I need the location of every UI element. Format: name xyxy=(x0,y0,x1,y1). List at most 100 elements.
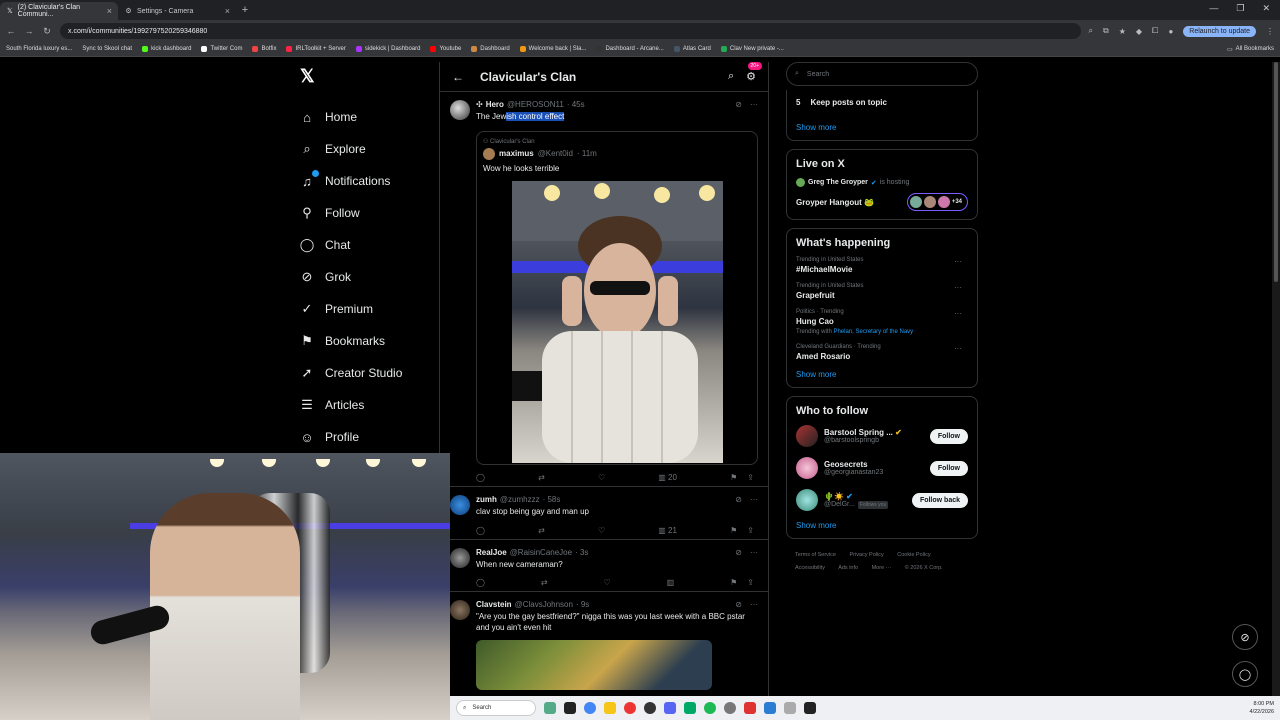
repost-icon[interactable]: ⇄ xyxy=(538,473,545,482)
post[interactable]: RealJoe @RaisinCaneJoe · 3s ⊘ ··· When ne… xyxy=(440,540,768,593)
live-host[interactable]: Greg The Groyper ✔ is hosting xyxy=(796,178,968,187)
like-icon[interactable]: ♡ xyxy=(604,578,611,587)
more-icon[interactable]: ··· xyxy=(750,495,758,504)
grok-icon[interactable]: ⊘ xyxy=(735,548,742,557)
post[interactable]: zumh @zumhzzz · 58s ⊘ ··· clav stop being… xyxy=(440,487,768,540)
forward-icon[interactable]: → xyxy=(24,26,34,36)
avatar[interactable] xyxy=(796,457,818,479)
bookmark-item[interactable]: Clav New private -... xyxy=(720,46,784,52)
post[interactable]: Clavstein @ClavsJohnson · 9s ⊘ ··· "Are y… xyxy=(440,592,768,694)
quote-video[interactable] xyxy=(511,180,723,463)
share-icon[interactable]: ⇪ xyxy=(747,578,754,587)
avatar[interactable] xyxy=(450,547,470,568)
app-icon[interactable] xyxy=(804,702,816,714)
views-count[interactable]: ▥ 20 xyxy=(658,473,677,482)
more-icon[interactable]: ··· xyxy=(954,283,962,292)
new-tab-button[interactable]: + xyxy=(236,2,254,20)
minimize-icon[interactable]: — xyxy=(1209,3,1218,14)
nav-grok[interactable]: ⊘ Grok xyxy=(296,261,438,293)
nav-profile[interactable]: ☺ Profile xyxy=(296,421,438,453)
word-icon[interactable] xyxy=(764,702,776,714)
chrome-active-icon[interactable] xyxy=(744,702,756,714)
more-icon[interactable]: ··· xyxy=(750,100,758,109)
bookmark-item[interactable]: kick dashboard xyxy=(142,46,191,52)
post-time[interactable]: · 45s xyxy=(567,100,585,109)
follow-suggestion[interactable]: Geosecrets @georgianastan23 Follow xyxy=(796,457,968,479)
bookmark-item[interactable]: Youtube xyxy=(430,46,461,52)
repost-icon[interactable]: ⇄ xyxy=(538,526,545,535)
zoom-icon[interactable]: ⌕ xyxy=(1089,26,1093,36)
avatar[interactable] xyxy=(796,489,818,511)
bookmark-item[interactable]: Atlas Card xyxy=(673,46,711,52)
close-window-icon[interactable]: ✕ xyxy=(1262,3,1270,14)
live-space[interactable]: Groyper Hangout 🐸 +34 xyxy=(796,193,968,211)
star-icon[interactable]: ★ xyxy=(1119,27,1126,36)
trend-item[interactable]: Trending in United States #MichaelMovie … xyxy=(796,257,968,274)
bookmark-icon[interactable]: ⚑ xyxy=(730,473,737,482)
trend-item[interactable]: Cleveland Guardians · Trending Amed Rosa… xyxy=(796,344,968,361)
browser-tab-settings[interactable]: ⚙ Settings - Camera × xyxy=(118,2,236,20)
nav-articles[interactable]: ☰ Articles xyxy=(296,389,438,421)
nav-notifications[interactable]: ♫ Notifications xyxy=(296,165,438,197)
more-icon[interactable]: ··· xyxy=(750,600,758,609)
views-count[interactable]: ▥ 21 xyxy=(658,526,677,535)
author-handle[interactable]: @RaisinCaneJoe xyxy=(510,548,572,557)
bookmark-item[interactable]: Welcome back | Sla... xyxy=(519,46,586,52)
bookmark-icon[interactable]: ⚑ xyxy=(730,578,737,587)
nav-home[interactable]: ⌂ Home xyxy=(296,101,438,133)
avatar[interactable] xyxy=(450,600,470,621)
reload-icon[interactable]: ↻ xyxy=(42,26,52,37)
more-icon[interactable]: ··· xyxy=(954,257,962,266)
footer-link[interactable]: More ··· xyxy=(872,565,892,571)
bookmark-icon[interactable]: ⚑ xyxy=(730,526,737,535)
chrome-icon[interactable] xyxy=(584,702,596,714)
share-icon[interactable]: ⇪ xyxy=(747,473,754,482)
widgets-icon[interactable] xyxy=(544,702,556,714)
menu-icon[interactable]: ⋮ xyxy=(1266,27,1274,36)
show-more-link[interactable]: Show more xyxy=(796,123,968,132)
taskbar-search[interactable]: ⌕ Search xyxy=(456,700,536,716)
page-scrollbar[interactable] xyxy=(1272,62,1280,696)
like-icon[interactable]: ♡ xyxy=(598,526,605,535)
post[interactable]: ✣ Hero @HEROSON11 · 45s ⊘ ··· The Jewish … xyxy=(440,92,768,487)
quoted-post[interactable]: ⚇ Clavicular's Clan maximus @Kent0id · 1… xyxy=(476,130,758,465)
grok-icon[interactable]: ⊘ xyxy=(735,495,742,504)
bookmark-item[interactable]: IRLToolkit + Server xyxy=(286,46,346,52)
nav-chat[interactable]: ◯ Chat xyxy=(296,229,438,261)
follow-suggestion[interactable]: 🌵☀️ ✔ @DelGr... Follows you Follow back xyxy=(796,489,968,511)
search-icon[interactable]: ⌕ xyxy=(728,70,734,83)
nav-premium[interactable]: ✓ Premium xyxy=(296,293,438,325)
reply-icon[interactable]: ◯ xyxy=(476,578,485,587)
grok-icon[interactable]: ⊘ xyxy=(735,600,742,609)
obs-icon[interactable] xyxy=(644,702,656,714)
maximize-icon[interactable]: ❐ xyxy=(1236,3,1244,14)
browser-tab-x[interactable]: 𝕏 (2) Clavicular's Clan Communi... × xyxy=(0,2,118,20)
rule-item[interactable]: 5 Keep posts on topic xyxy=(796,98,968,107)
app-icon[interactable] xyxy=(784,702,796,714)
trend-with-link[interactable]: Phelan, Secretary of the Navy xyxy=(833,329,913,335)
author-name[interactable]: Hero xyxy=(486,100,504,109)
nav-explore[interactable]: ⌕ Explore xyxy=(296,133,438,165)
post-time[interactable]: · 3s xyxy=(575,548,588,557)
post-time[interactable]: · 9s xyxy=(576,600,589,609)
post-image[interactable] xyxy=(476,639,712,690)
author-name[interactable]: RealJoe xyxy=(476,548,507,557)
scrollbar-thumb[interactable] xyxy=(1274,62,1278,282)
app-icon[interactable] xyxy=(684,702,696,714)
close-icon[interactable]: × xyxy=(107,6,112,16)
file-explorer-icon[interactable] xyxy=(604,702,616,714)
author-handle[interactable]: @HEROSON11 xyxy=(507,100,564,109)
post-time[interactable]: · 58s xyxy=(543,495,561,504)
address-bar[interactable]: x.com/i/communities/1992797520259346880 xyxy=(60,23,1081,39)
discord-icon[interactable] xyxy=(664,702,676,714)
bookmark-item[interactable]: Dashboard xyxy=(471,46,510,52)
close-icon[interactable]: × xyxy=(225,6,230,16)
reply-icon[interactable]: ◯ xyxy=(476,473,485,482)
community-settings-icon[interactable]: ⚙ 20+ xyxy=(746,62,762,83)
bookmark-item[interactable]: sidekick | Dashboard xyxy=(355,46,420,52)
nav-follow[interactable]: ⚲ Follow xyxy=(296,197,438,229)
like-icon[interactable]: ♡ xyxy=(598,473,605,482)
follow-back-button[interactable]: Follow back xyxy=(911,492,968,508)
follow-button[interactable]: Follow xyxy=(929,460,968,476)
taskbar-clock[interactable]: 8:00 PM 4/22/2026 xyxy=(1250,700,1274,716)
